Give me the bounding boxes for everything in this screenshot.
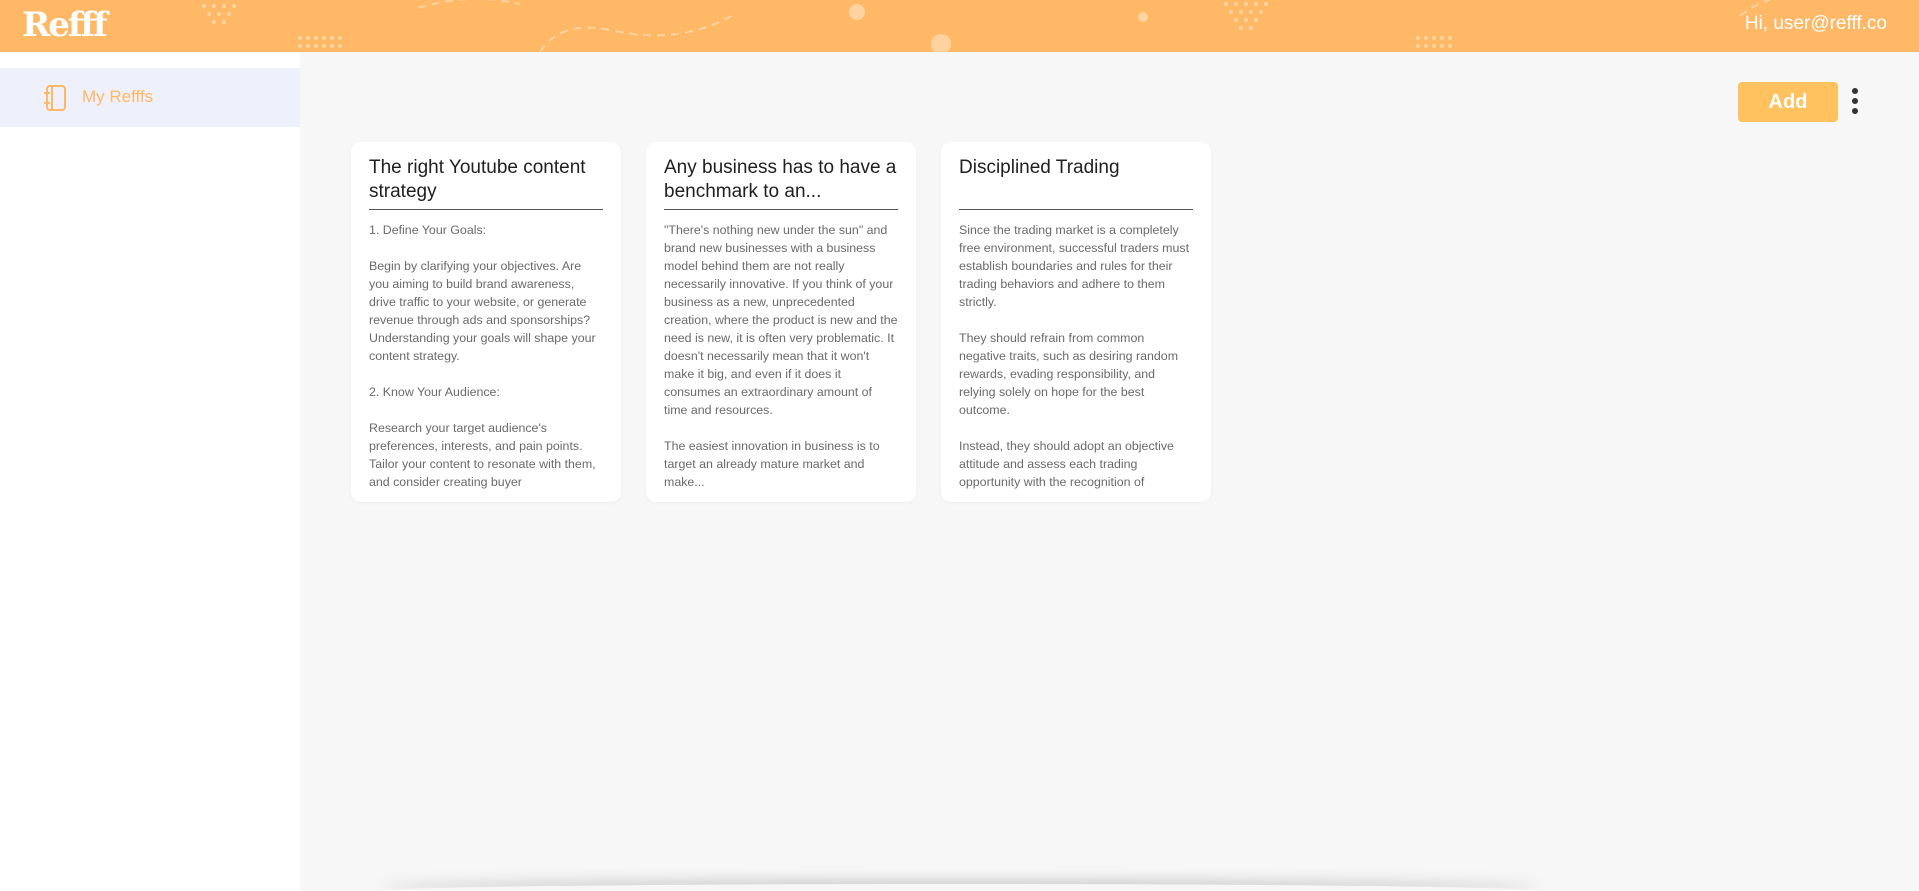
top-header: Refff Hi, user@refff.co <box>0 0 1919 52</box>
note-card[interactable]: Disciplined Trading Since the trading ma… <box>941 142 1211 502</box>
note-card-body: 1. Define Your Goals: Begin by clarifyin… <box>369 223 596 489</box>
note-card-body: Since the trading market is a completely… <box>959 223 1190 489</box>
more-vertical-icon[interactable] <box>1846 86 1864 116</box>
divider <box>369 209 603 210</box>
note-card-title: Disciplined Trading <box>959 157 1120 178</box>
add-button[interactable]: Add <box>1738 82 1838 122</box>
note-card[interactable]: The right Youtube content strategy 1. De… <box>351 142 621 502</box>
notebook-icon <box>42 84 68 112</box>
user-greeting[interactable]: Hi, user@refff.co <box>1745 10 1887 38</box>
sidebar-item-my-refffs[interactable]: My Refffs <box>0 68 300 127</box>
note-card-title: The right Youtube content strategy <box>369 157 586 202</box>
header-pattern <box>202 0 1772 52</box>
bottom-shadow <box>380 884 1540 891</box>
divider <box>664 209 898 210</box>
sidebar-item-label: My Refffs <box>82 87 154 106</box>
sidebar: My Refffs <box>0 52 300 891</box>
note-card[interactable]: Any business has to have a benchmark to … <box>646 142 916 502</box>
app-logo[interactable]: Refff <box>22 4 108 46</box>
note-card-title: Any business has to have a benchmark to … <box>664 157 897 202</box>
divider <box>959 209 1193 210</box>
note-card-body: "There's nothing new under the sun" and … <box>664 223 898 489</box>
